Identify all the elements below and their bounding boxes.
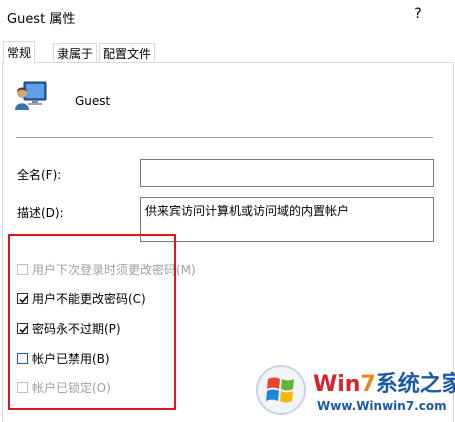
checkmark-icon bbox=[19, 325, 28, 333]
watermark-title-seven: 7 bbox=[360, 372, 376, 397]
checkbox-checked[interactable] bbox=[17, 322, 28, 334]
windows-logo-icon bbox=[256, 365, 306, 415]
title-bar: Guest 属性 ? bbox=[0, 0, 455, 34]
watermark: Win7系统之家 Www.Winwin7.com bbox=[255, 362, 455, 418]
user-name: Guest bbox=[75, 94, 111, 108]
option-label: 用户不能更改密码(C) bbox=[32, 291, 146, 306]
fullname-input[interactable] bbox=[140, 159, 434, 187]
tab-member-of-label: 隶属于 bbox=[57, 47, 94, 61]
option-label: 密码永不过期(P) bbox=[32, 321, 121, 336]
tab-profile[interactable]: 配置文件 bbox=[99, 43, 156, 63]
option-password-never-expires[interactable]: 密码永不过期(P) bbox=[17, 320, 121, 336]
checkbox[interactable] bbox=[17, 381, 28, 393]
option-cannot-change-password[interactable]: 用户不能更改密码(C) bbox=[17, 290, 146, 306]
divider bbox=[16, 137, 433, 138]
tab-profile-label: 配置文件 bbox=[103, 47, 152, 61]
tab-general[interactable]: 常规 bbox=[3, 41, 36, 64]
description-label: 描述(D): bbox=[17, 206, 64, 220]
option-account-disabled[interactable]: 帐户已禁用(B) bbox=[17, 350, 110, 366]
option-must-change-password[interactable]: 用户下次登录时须更改密码(M) bbox=[17, 261, 196, 277]
window-title: Guest 属性 bbox=[7, 12, 76, 27]
fullname-label: 全名(F): bbox=[17, 168, 62, 182]
user-account-icon bbox=[14, 80, 48, 112]
tab-general-label: 常规 bbox=[7, 46, 32, 60]
checkbox[interactable] bbox=[17, 263, 28, 275]
watermark-url: Www.Winwin7.com bbox=[317, 399, 447, 413]
checkmark-icon bbox=[19, 295, 28, 303]
tab-strip: 常规 隶属于 配置文件 bbox=[0, 41, 455, 64]
option-label: 帐户已禁用(B) bbox=[32, 351, 110, 366]
help-button[interactable]: ? bbox=[410, 6, 426, 26]
watermark-title-win: Win bbox=[313, 372, 361, 397]
description-input[interactable]: 供来宾访问计算机或访问域的内置帐户 bbox=[140, 197, 434, 242]
option-account-locked[interactable]: 帐户已锁定(O) bbox=[17, 379, 111, 395]
watermark-title-cn: 系统之家 bbox=[375, 372, 455, 397]
tab-member-of[interactable]: 隶属于 bbox=[53, 43, 98, 63]
checkbox[interactable] bbox=[17, 352, 28, 364]
option-label: 帐户已锁定(O) bbox=[32, 380, 111, 395]
option-label: 用户下次登录时须更改密码(M) bbox=[32, 262, 196, 277]
checkbox-checked[interactable] bbox=[17, 292, 28, 304]
watermark-title: Win7系统之家 bbox=[313, 366, 455, 398]
